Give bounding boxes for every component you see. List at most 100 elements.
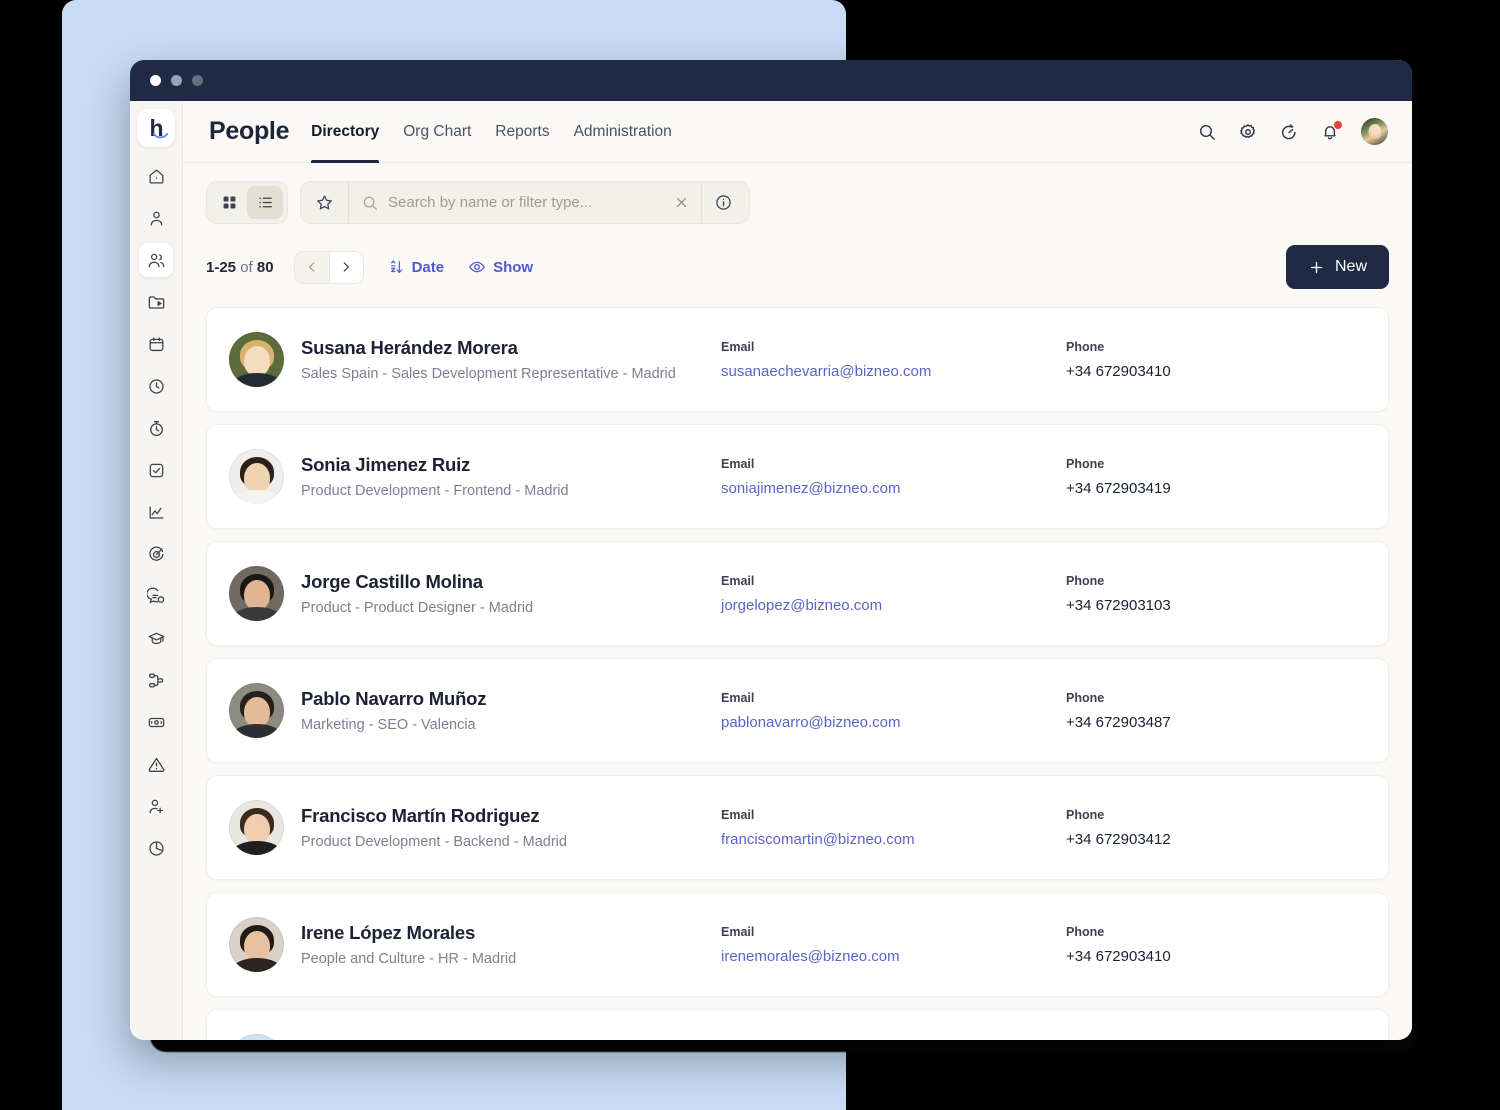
table-row[interactable]: Susana Herández Morera Sales Spain - Sal…: [206, 307, 1389, 412]
chevron-left-icon: [308, 262, 314, 272]
avatar: [229, 332, 284, 387]
phone-field: Phone +34 672903419: [1066, 457, 1411, 497]
clear-search-button[interactable]: [662, 195, 701, 210]
table-row[interactable]: Sonia Jimenez Ruiz Product Development -…: [206, 424, 1389, 529]
view-toggle-group: [206, 181, 288, 224]
sidebar-item-people[interactable]: [139, 243, 173, 277]
email-label: Email: [721, 807, 755, 822]
sidebar-item-timer[interactable]: [139, 411, 173, 445]
search-info-button[interactable]: [701, 182, 745, 223]
sidebar-item-payroll[interactable]: [139, 705, 173, 739]
email-value[interactable]: jorgelopez@bizneo.com: [721, 597, 1066, 614]
email-field: Email susanaechevarria@bizneo.com: [721, 340, 1066, 380]
screenshot-stage: h People Directory Org Chart Reports Adm…: [0, 0, 1500, 1110]
person-role: People and Culture - HR - Madrid: [301, 951, 517, 967]
email-field: Email irenemorales@bizneo.com: [721, 925, 1066, 965]
search-input[interactable]: [388, 194, 662, 211]
sidebar-item-alerts[interactable]: [139, 747, 173, 781]
tab-org-chart[interactable]: Org Chart: [403, 101, 471, 163]
email-field: Email jorgelopez@bizneo.com: [721, 574, 1066, 614]
sidebar-item-training[interactable]: [139, 621, 173, 655]
phone-value: +34 672903419: [1066, 479, 1171, 497]
sidebar-item-recruitment-folder[interactable]: [139, 285, 173, 319]
settings-button[interactable]: [1238, 122, 1258, 142]
sidebar-item-analytics[interactable]: [139, 495, 173, 529]
window-minimize-button[interactable]: [171, 75, 182, 86]
sidebar-item-goals[interactable]: [139, 537, 173, 571]
show-control[interactable]: Show: [468, 258, 533, 276]
phone-label: Phone: [1066, 924, 1105, 939]
list-view-button[interactable]: [247, 186, 283, 219]
phone-value: +34 672903412: [1066, 830, 1171, 848]
email-field: Email franciscomartin@bizneo.com: [721, 808, 1066, 848]
sidebar-item-reports-pie[interactable]: [139, 831, 173, 865]
person-identity: Pablo Navarro Muñoz Marketing - SEO - Va…: [301, 688, 721, 733]
target-icon: [148, 546, 163, 561]
sidebar-item-tasks[interactable]: [139, 453, 173, 487]
result-of-label: of: [240, 258, 253, 276]
table-row[interactable]: Francisco Martín Rodriguez Product Devel…: [206, 775, 1389, 880]
table-row[interactable]: Jorge Castillo Molina Product - Product …: [206, 541, 1389, 646]
table-row[interactable]: Pablo Navarro Muñoz Marketing - SEO - Va…: [206, 658, 1389, 763]
phone-value: +34 672903410: [1066, 362, 1171, 380]
home-icon: [149, 169, 163, 183]
next-page-button[interactable]: [328, 251, 363, 283]
sidebar-item-workflow[interactable]: [139, 663, 173, 697]
sidebar-item-employee[interactable]: [139, 201, 173, 235]
person-identity: Irene López Morales People and Culture -…: [301, 922, 721, 967]
phone-field: Phone +34 672903103: [1066, 574, 1411, 614]
sort-label: Date: [411, 258, 445, 276]
sidebar-item-home[interactable]: [139, 159, 173, 193]
person-name: Irene López Morales: [301, 922, 476, 943]
person-identity: Susana Herández Morera Sales Spain - Sal…: [301, 337, 721, 382]
close-icon: [676, 197, 687, 208]
search-bar: [300, 181, 750, 224]
sidebar-item-clock[interactable]: [139, 369, 173, 403]
window-maximize-button[interactable]: [192, 75, 203, 86]
sidebar-item-feedback[interactable]: [139, 579, 173, 613]
workflow-icon: [148, 673, 163, 687]
user-avatar[interactable]: [1361, 118, 1388, 145]
graduation-cap-icon: [148, 632, 164, 644]
phone-field: Phone +34 672903410: [1066, 340, 1411, 380]
grid-view-button[interactable]: [211, 186, 247, 219]
top-nav-actions: [1197, 118, 1388, 145]
email-field: Email soniajimenez@bizneo.com: [721, 457, 1066, 497]
sort-control[interactable]: Date: [388, 258, 445, 276]
sidebar-item-add-user[interactable]: [139, 789, 173, 823]
top-navigation: People Directory Org Chart Reports Admin…: [183, 101, 1412, 163]
table-row[interactable]: Andrea Perales Estupiñán Email Phone: [206, 1009, 1389, 1040]
content-area: 1-25 of 80: [183, 163, 1412, 1040]
new-button[interactable]: New: [1285, 245, 1389, 289]
window-close-button[interactable]: [150, 75, 161, 86]
phone-field: Phone +34 672903410: [1066, 925, 1411, 965]
email-value[interactable]: soniajimenez@bizneo.com: [721, 480, 1066, 497]
tab-reports[interactable]: Reports: [495, 101, 549, 163]
app-window: h People Directory Org Chart Reports Adm…: [130, 60, 1412, 1040]
app-logo[interactable]: h: [137, 109, 175, 147]
email-value[interactable]: susanaechevarria@bizneo.com: [721, 363, 1066, 380]
result-total: 80: [256, 258, 274, 276]
phone-label: Phone: [1066, 807, 1105, 822]
table-row[interactable]: Irene López Morales People and Culture -…: [206, 892, 1389, 997]
search-button[interactable]: [1197, 122, 1217, 142]
email-value[interactable]: irenemorales@bizneo.com: [721, 948, 1066, 965]
favorites-button[interactable]: [301, 182, 349, 223]
grid-icon: [223, 196, 235, 209]
nav-tabs: Directory Org Chart Reports Administrati…: [311, 101, 672, 163]
email-value[interactable]: pablonavarro@bizneo.com: [721, 714, 1066, 731]
time-tracker-button[interactable]: [1279, 122, 1299, 142]
prev-page-button[interactable]: [295, 252, 329, 283]
tab-administration[interactable]: Administration: [574, 101, 672, 163]
left-sidebar: h: [130, 101, 183, 1040]
sidebar-item-calendar[interactable]: [139, 327, 173, 361]
user-plus-icon: [149, 799, 163, 813]
calendar-icon: [149, 336, 163, 351]
clock-icon: [148, 378, 164, 394]
tab-directory[interactable]: Directory: [311, 101, 380, 163]
person-role: Product Development - Backend - Madrid: [301, 834, 567, 850]
list-icon: [258, 197, 272, 208]
person-name: Francisco Martín Rodriguez: [301, 805, 540, 826]
notifications-button[interactable]: [1320, 120, 1342, 142]
email-value[interactable]: franciscomartin@bizneo.com: [721, 831, 1066, 848]
